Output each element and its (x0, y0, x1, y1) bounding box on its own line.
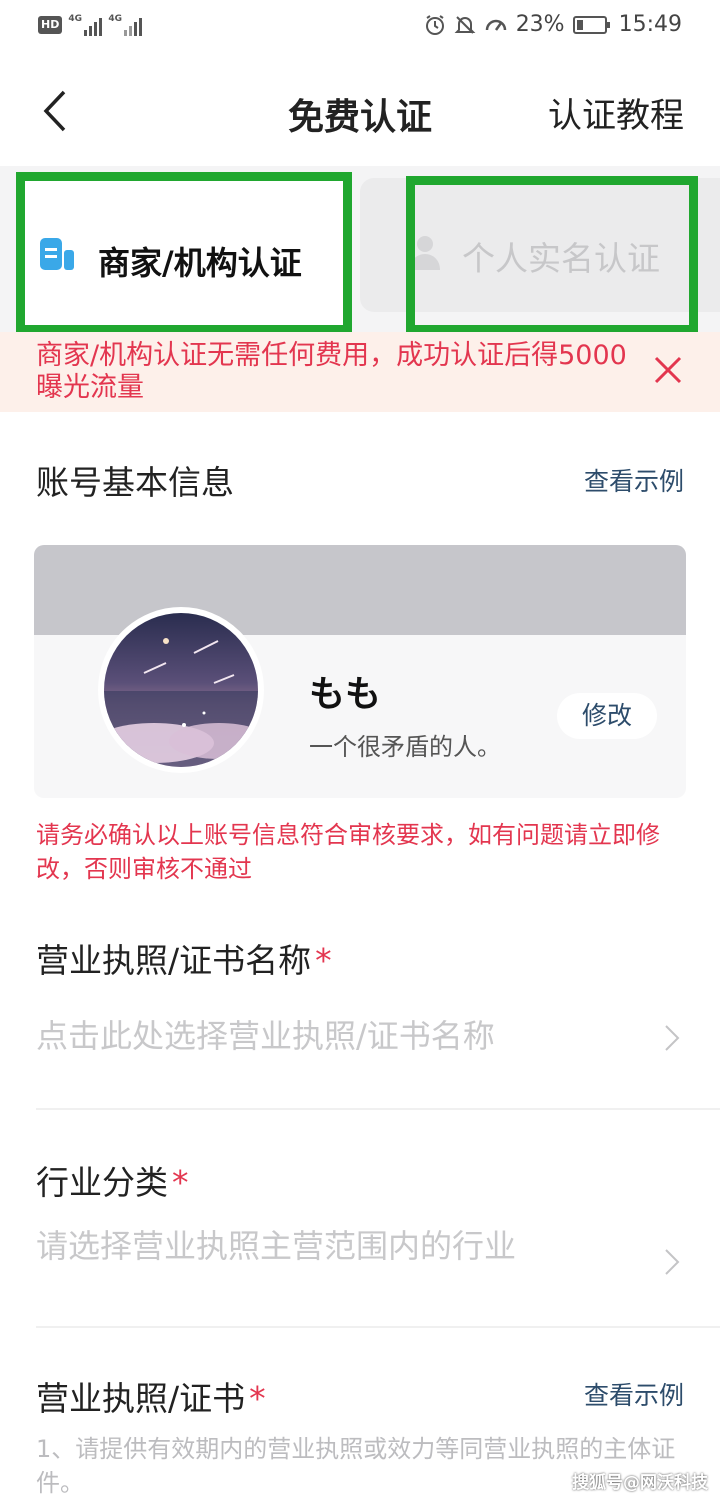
tutorial-link[interactable]: 认证教程 (548, 88, 684, 137)
required-mark: * (315, 941, 332, 980)
data-saver-icon (485, 19, 506, 31)
divider (36, 1326, 720, 1328)
license-label-text: 营业执照/证书 (36, 1379, 246, 1418)
network-type-label: 4G (68, 14, 82, 24)
chevron-right-icon (665, 1025, 680, 1051)
hd-badge: HD (38, 16, 63, 34)
chevron-right-icon (665, 1249, 680, 1275)
required-mark: * (172, 1163, 189, 1202)
avatar (98, 607, 264, 773)
license-name-label: 营业执照/证书名称 * (36, 934, 332, 982)
view-example-link[interactable]: 查看示例 (584, 462, 684, 498)
watermark: 搜狐号@网沃科技 (572, 1473, 708, 1493)
license-label: 营业执照/证书 * (36, 1372, 266, 1420)
highlight-box (16, 172, 352, 334)
username: もも (309, 674, 382, 715)
license-name-label-text: 营业执照/证书名称 (36, 941, 312, 980)
status-bar: HD 4G 4G 23% 15:49 (0, 0, 720, 56)
required-mark: * (249, 1379, 266, 1418)
notice-text: 商家/机构认证无需任何费用，成功认证后得5000曝光流量 (36, 340, 627, 403)
network-type-label: 4G (108, 14, 122, 24)
license-name-select[interactable]: 点击此处选择营业执照/证书名称 (36, 1016, 495, 1056)
account-card: もも 一个很矛盾的人。 修改 (34, 545, 686, 798)
notice-banner: 商家/机构认证无需任何费用，成功认证后得5000曝光流量 (0, 332, 720, 412)
mute-bell-icon (454, 15, 476, 34)
user-bio: 一个很矛盾的人。 (309, 733, 501, 761)
edit-button[interactable]: 修改 (557, 693, 657, 739)
signal-icon: 4G (108, 14, 143, 36)
clock: 15:49 (618, 12, 682, 37)
network-indicators: HD 4G 4G (38, 14, 143, 36)
alarm-icon (425, 14, 444, 35)
close-icon[interactable] (652, 354, 684, 386)
battery-level (576, 19, 583, 30)
battery-charging-icon (572, 15, 610, 34)
section-title: 账号基本信息 (36, 463, 234, 502)
nav-header: 免费认证 认证教程 (0, 56, 720, 166)
industry-label-text: 行业分类 (36, 1163, 168, 1202)
divider (36, 1108, 720, 1110)
battery-percent: 23% (515, 12, 565, 37)
view-example-link[interactable]: 查看示例 (584, 1376, 684, 1412)
industry-label: 行业分类 * (36, 1156, 189, 1204)
highlight-box (406, 176, 698, 334)
signal-icon: 4G (68, 14, 103, 36)
account-warning: 请务必确认以上账号信息符合审核要求，如有问题请立即修改，否则审核不通过 (36, 821, 660, 883)
status-icons: 23% 15:49 (424, 12, 682, 37)
industry-select[interactable]: 请选择营业执照主营范围内的行业 (36, 1226, 556, 1266)
